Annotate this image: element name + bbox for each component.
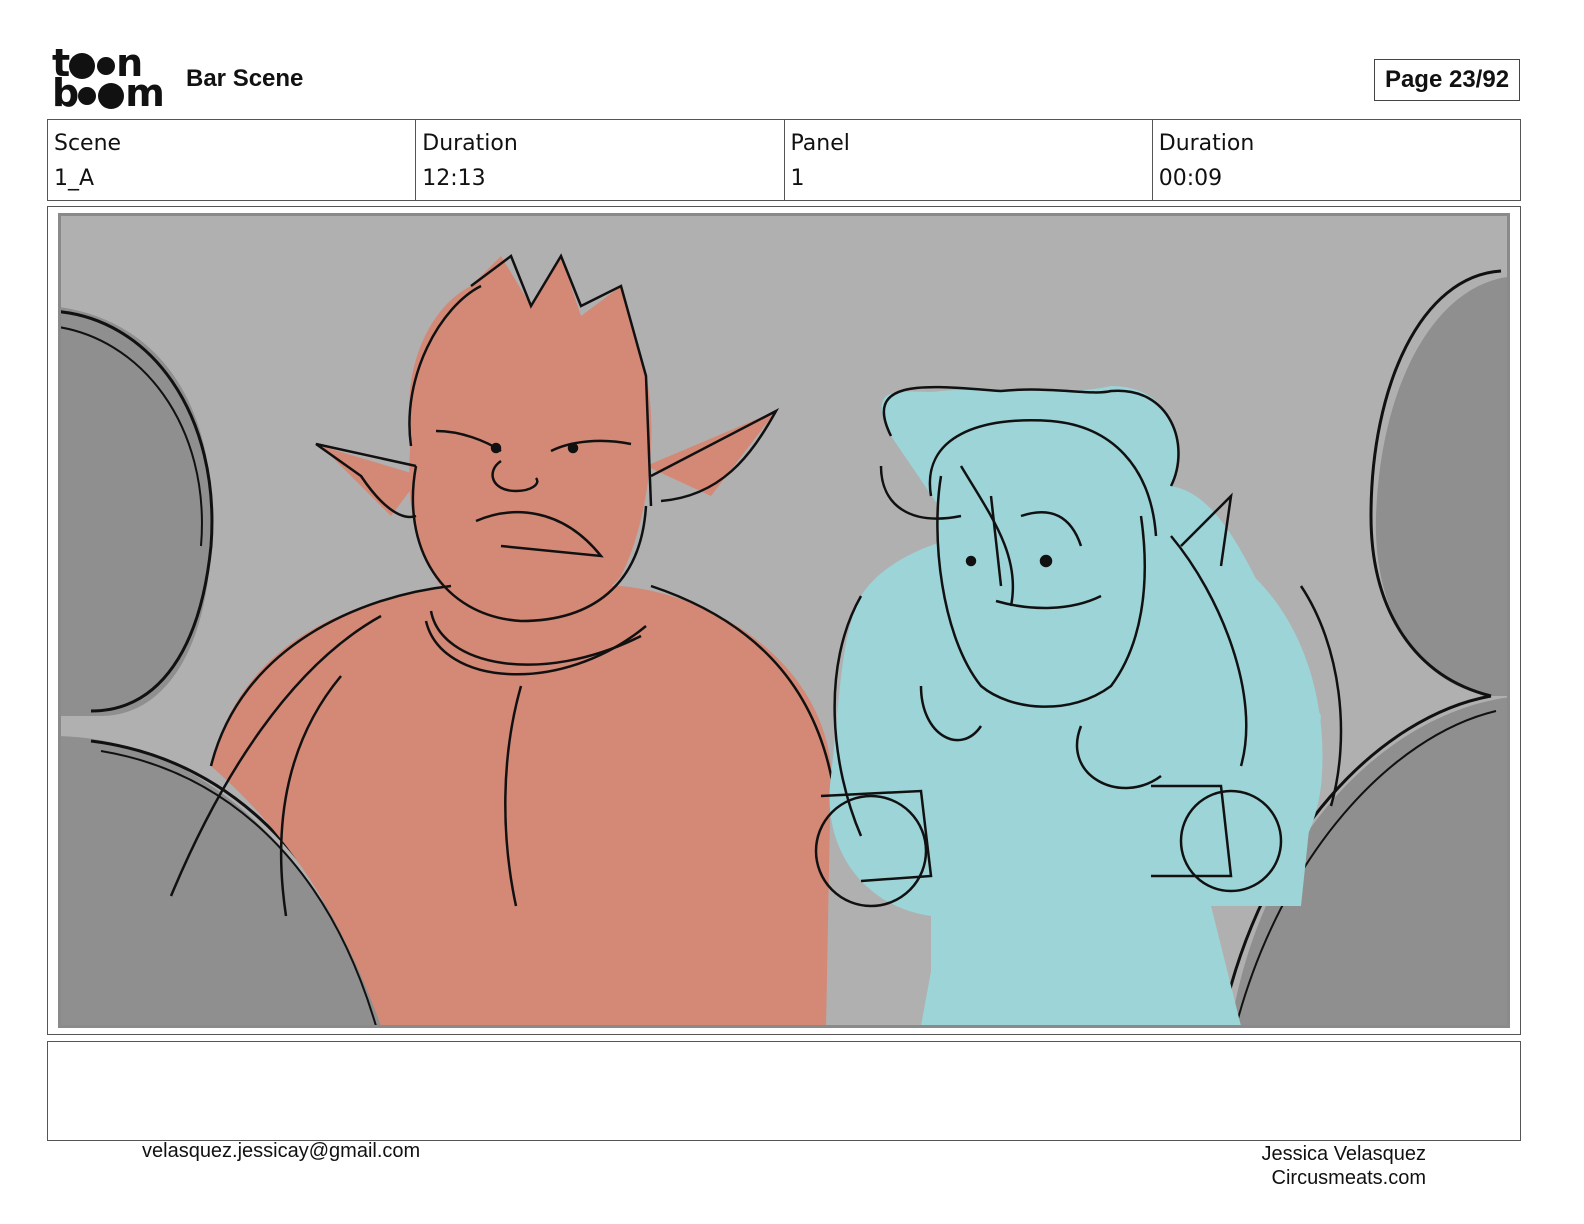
logo-dot	[97, 56, 116, 75]
panel-label: Panel	[790, 131, 850, 156]
scene-label: Scene	[54, 131, 122, 156]
scene-value: 1_A	[54, 166, 95, 191]
footer-email: velasquez.jessicay@gmail.com	[142, 1140, 421, 1162]
left-foreground-head	[61, 307, 212, 716]
panel-cell: Panel 1	[785, 120, 1153, 200]
project-title: Bar Scene	[186, 65, 304, 92]
panel-duration-cell: Duration 00:09	[1153, 120, 1520, 200]
panel-value: 1	[790, 166, 805, 191]
footer-credits: Jessica Velasquez Circusmeats.com	[1261, 1142, 1426, 1190]
footer-author: Jessica Velasquez	[1261, 1143, 1426, 1165]
footer-website: Circusmeats.com	[1271, 1167, 1426, 1189]
logo-dot	[98, 82, 125, 109]
panel-duration-value: 00:09	[1158, 166, 1223, 191]
orange-character-right-ear	[646, 411, 776, 496]
panel-duration-label: Duration	[1158, 131, 1255, 156]
storyboard-sketch	[61, 253, 1507, 1025]
storyboard-panel-image	[58, 213, 1510, 1028]
toonboom-logo: tn bm	[52, 44, 165, 115]
panel-info-table: Scene 1_A Duration 12:13 Panel 1 Duratio…	[47, 119, 1521, 201]
logo-dot	[78, 86, 97, 105]
scene-cell: Scene 1_A	[48, 120, 417, 200]
panel-notes-box	[47, 1041, 1521, 1141]
right-foreground-head	[1375, 277, 1507, 696]
logo-row-bottom: bm	[52, 71, 165, 115]
scene-duration-value: 12:13	[422, 166, 486, 191]
page-indicator: Page 23/92	[1374, 59, 1520, 101]
scene-duration-cell: Duration 12:13	[416, 120, 785, 200]
orange-character-head	[409, 256, 652, 612]
scene-duration-label: Duration	[422, 131, 518, 156]
